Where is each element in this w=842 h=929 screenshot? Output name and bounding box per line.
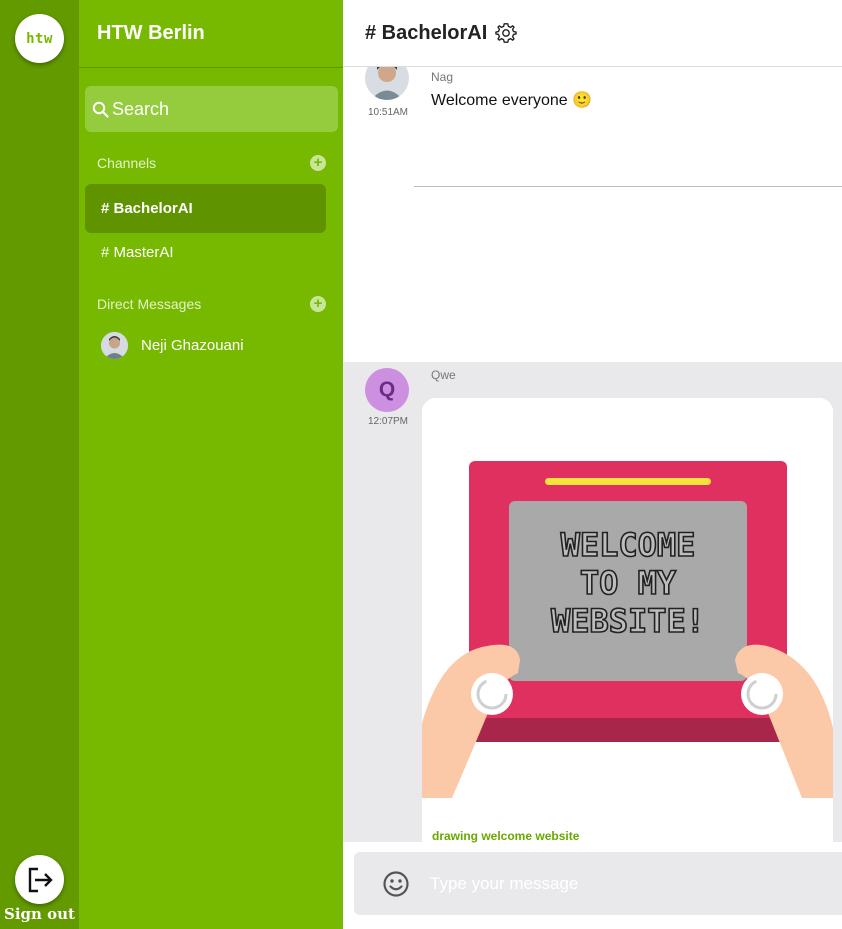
channel-item-bachelorai[interactable]: # BachelorAI xyxy=(85,184,326,233)
message-timestamp: 10:51AM xyxy=(367,107,409,118)
app-rail: htw Sign out xyxy=(0,0,79,929)
message-author: Qwe xyxy=(431,368,456,382)
dm-item-neji-ghazouani[interactable]: Neji Ghazouani xyxy=(101,331,244,359)
image-attachment-card[interactable]: WELCOME TO MY WEBSITE! drawing welcome w… xyxy=(422,398,833,858)
avatar[interactable]: Q xyxy=(365,368,409,412)
channel-item-masterai[interactable]: # MasterAI xyxy=(85,228,326,277)
sign-out-button[interactable] xyxy=(15,855,64,904)
sign-out-icon xyxy=(28,867,53,892)
welcome-website-image: WELCOME TO MY WEBSITE! xyxy=(422,398,833,818)
channel-title: # BachelorAI xyxy=(365,22,488,44)
message-timestamp: 12:07PM xyxy=(367,416,409,427)
gear-icon[interactable] xyxy=(495,22,517,44)
search-placeholder: Search xyxy=(112,98,170,119)
message-text: Welcome everyone 🙂 xyxy=(431,92,593,109)
message-item: Q 12:07PM Qwe WELCOME TO MY WEBSITE! dra… xyxy=(343,362,842,858)
image-text-line-1: WELCOME xyxy=(561,526,696,564)
htw-logo[interactable]: htw xyxy=(15,14,64,63)
add-channel-button[interactable]: + xyxy=(310,155,326,171)
direct-messages-section-title: Direct Messages xyxy=(97,296,202,312)
image-text-line-2: TO MY xyxy=(580,564,677,602)
sidebar-divider xyxy=(79,67,343,68)
add-direct-message-button[interactable]: + xyxy=(310,296,326,312)
image-text-line-3: WEBSITE! xyxy=(551,602,705,640)
image-caption[interactable]: drawing welcome website xyxy=(432,829,579,843)
channel-header: # BachelorAI xyxy=(343,0,842,67)
channel-label: # MasterAI xyxy=(101,244,174,261)
message-author: Nag xyxy=(431,70,454,84)
sidebar: HTW Berlin Search Channels + # BachelorA… xyxy=(79,0,343,929)
main-panel: 10:51AM Nag Welcome everyone 🙂 Q 12:07PM… xyxy=(343,0,842,929)
dm-name: Neji Ghazouani xyxy=(141,336,244,354)
emoji-icon[interactable] xyxy=(382,870,410,898)
search-icon xyxy=(92,101,109,118)
message-composer xyxy=(354,852,842,915)
workspace-name: HTW Berlin xyxy=(97,22,205,44)
message-divider xyxy=(414,186,842,187)
channel-label: # BachelorAI xyxy=(101,200,193,217)
avatar-letter: Q xyxy=(378,378,396,401)
sign-out-label[interactable]: Sign out xyxy=(0,905,79,923)
search-input[interactable]: Search xyxy=(85,86,338,132)
message-input[interactable] xyxy=(430,870,810,898)
avatar xyxy=(101,331,128,359)
channels-section-title: Channels xyxy=(97,155,157,171)
